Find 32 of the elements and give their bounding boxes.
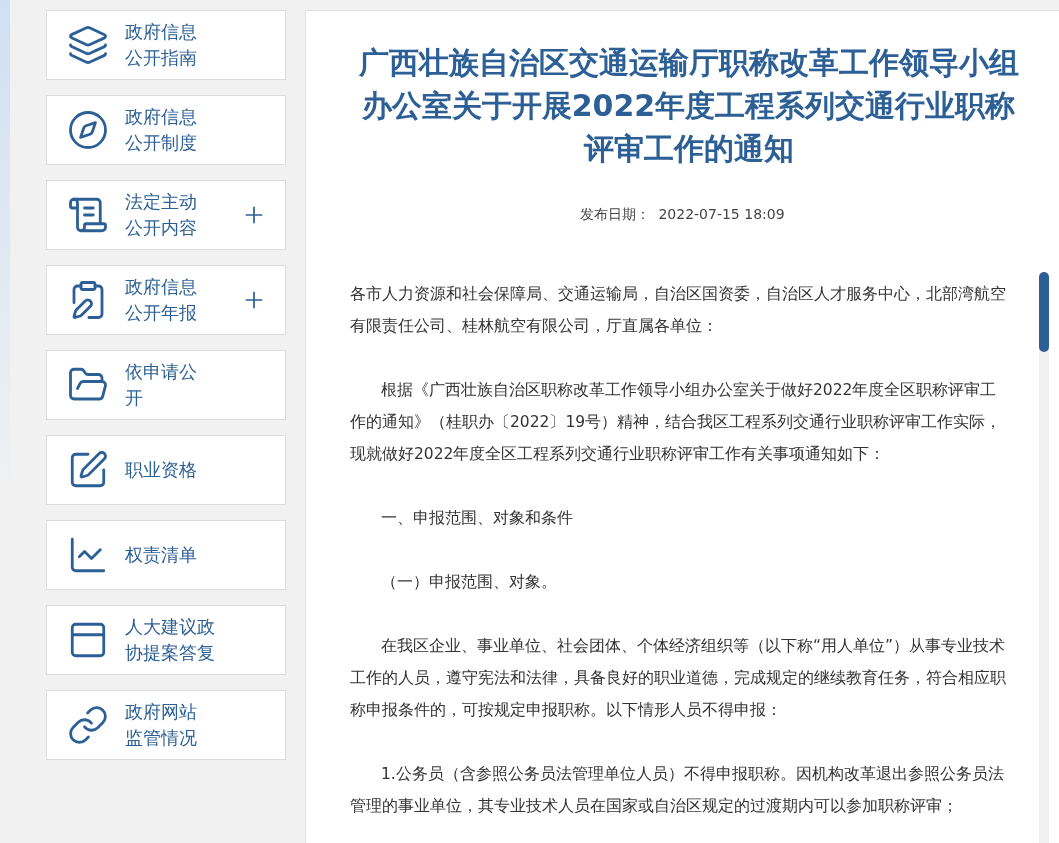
sidebar-item[interactable]: 人大建议政协提案答复 (46, 605, 286, 675)
article-paragraph: 在我区企业、事业单位、社会团体、个体经济组织等（以下称“用人单位”）从事专业技术工作的人员，遵守宪法和法律，具备良好的职业道德，完成规定的继续教育任务，符合相应职称申报条件的，可按规定申报职称。以下情形人员不得申报： (350, 636, 1007, 721)
layers-icon (67, 24, 109, 66)
sidebar-item-label: 职业资格 (125, 458, 197, 482)
sidebar-item[interactable]: 法定主动公开内容 (46, 180, 286, 250)
article-title: 广西壮族自治区交通运输厅职称改革工作领导小组办公室关于开展2022年度工程系列交通行业职称评审工作的通知 (357, 44, 1020, 168)
article-paragraph: 一、申报范围、对象和条件 (380, 508, 574, 529)
sidebar-item-label: 依申请公开 (125, 360, 197, 410)
sidebar-item-label: 权责清单 (125, 543, 197, 567)
sidebar-item[interactable]: 政府网站监管情况 (46, 690, 286, 760)
sidebar-item-label: 政府网站监管情况 (125, 700, 197, 750)
sidebar-item[interactable]: 职业资格 (46, 435, 286, 505)
sidebar-item-label: 政府信息公开年报 (125, 275, 197, 325)
sidebar-item-label: 政府信息公开制度 (125, 105, 197, 155)
scrollbar[interactable] (1039, 272, 1049, 843)
compass-icon (67, 109, 109, 151)
sidebar-item[interactable]: 权责清单 (46, 520, 286, 590)
article-paragraph: 各市人力资源和社会保障局、交通运输局，自治区国资委，自治区人才服务中心，北部湾航空有限责任公司、桂林航空有限公司，厅直属各单位： (350, 284, 1007, 337)
sidebar-item[interactable]: 政府信息公开年报 (46, 265, 286, 335)
article-paragraph: 1.公务员（含参照公务员法管理单位人员）不得申报职称。因机构改革退出参照公务员法管理的事业单位，其专业技术人员在国家或自治区规定的过渡期内可以参加职称评审； (350, 764, 1005, 817)
article-paragraph: （一）申报范围、对象。 (380, 572, 558, 593)
article-paragraph: 根据《广西壮族自治区职称改革工作领导小组办公室关于做好2022年度全区职称评审工作的通知》（桂职办〔2022〕19号）精神，结合我区工程系列交通行业职称评审工作实际，现就做好2022年度全区工程系列交通行业职称评审工作有关事项通知如下： (350, 380, 1003, 465)
sidebar-item[interactable]: 政府信息公开制度 (46, 95, 286, 165)
link-icon (67, 704, 109, 746)
sidebar-item-label: 法定主动公开内容 (125, 190, 197, 240)
sidebar-item-label: 政府信息公开指南 (125, 20, 197, 70)
scrollbar-thumb[interactable] (1039, 272, 1049, 352)
sidebar-item-label: 人大建议政协提案答复 (125, 615, 215, 665)
sidebar-item[interactable]: 政府信息公开指南 (46, 10, 286, 80)
date-label: 发布日期： (580, 206, 651, 224)
sidebar-item[interactable]: 依申请公开 (46, 350, 286, 420)
publish-date: 2022-07-15 18:09 (658, 206, 785, 224)
